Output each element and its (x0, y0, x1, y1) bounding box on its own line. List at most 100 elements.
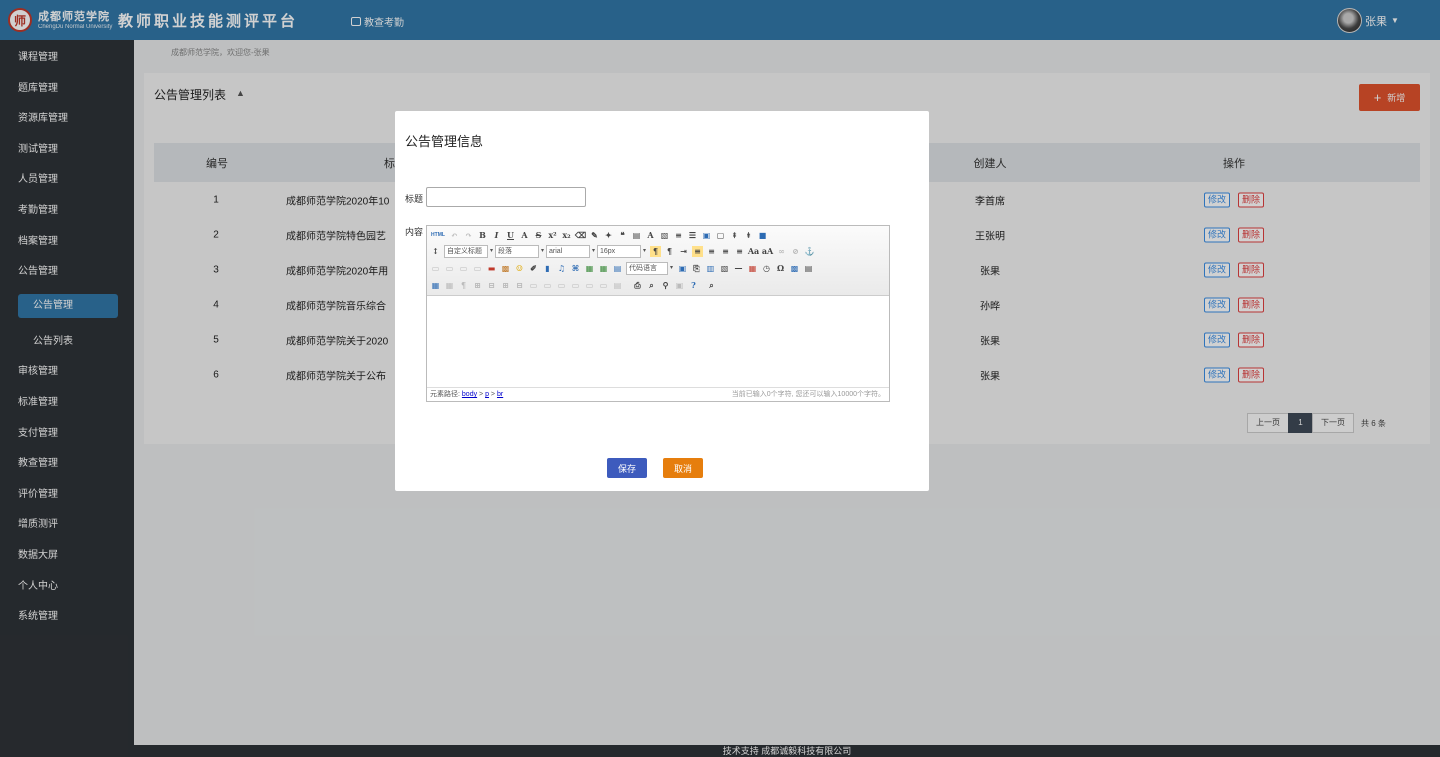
ltr-icon[interactable]: ¶ (650, 245, 661, 257)
to-lowercase-icon[interactable]: aA (762, 246, 773, 257)
unlink-icon[interactable]: ⊘ (790, 246, 801, 257)
image-left-icon[interactable]: ▭ (444, 263, 455, 274)
title-label: 标题 (405, 194, 424, 204)
paragraph-select[interactable]: 段落 (495, 244, 544, 258)
html-source-icon[interactable]: HTML (430, 230, 446, 241)
split-rows-icon[interactable]: ▭ (584, 280, 595, 291)
wordimage-icon[interactable]: ▧ (719, 263, 730, 274)
help-icon[interactable]: ? (688, 280, 699, 291)
underline-icon[interactable]: U (505, 230, 516, 241)
merge-right-icon[interactable]: ▭ (542, 280, 553, 291)
save-button[interactable]: 保存 (607, 458, 647, 478)
delete-col-icon[interactable]: ⊟ (514, 280, 525, 291)
font-family-select[interactable]: arial (546, 244, 595, 258)
scrawl-icon[interactable]: ✐ (528, 263, 539, 274)
heading-select[interactable]: 自定义标题 (444, 244, 493, 258)
special-chars-icon[interactable]: Ω (775, 263, 786, 274)
row-spacing-top-icon[interactable]: ⇞ (729, 230, 740, 241)
snapscreen-icon[interactable]: ▩ (789, 263, 800, 274)
align-justify-icon[interactable]: ≡ (734, 246, 745, 257)
date-icon[interactable]: ▦ (747, 263, 758, 274)
background-color-icon[interactable]: ▧ (659, 230, 670, 241)
google-map-icon[interactable]: ▦ (598, 263, 609, 274)
image-right-icon[interactable]: ▭ (458, 263, 469, 274)
superscript-icon[interactable]: x² (547, 230, 558, 241)
line-height-icon[interactable]: ↕ (430, 246, 441, 257)
align-center-icon[interactable]: ≡ (706, 246, 717, 257)
italic-icon[interactable]: I (491, 230, 502, 241)
map-icon[interactable]: ▦ (584, 263, 595, 274)
editor-status-bar: 元素路径: body > p > br 当前已输入0个字符, 您还可以输入100… (427, 387, 889, 401)
music-icon[interactable]: ♫ (556, 263, 567, 274)
strikethrough-icon[interactable]: S (533, 230, 544, 241)
path-p-link[interactable]: p (485, 391, 489, 398)
path-label: 元素路径: (430, 391, 460, 398)
chart-icon[interactable]: ▤ (612, 280, 623, 291)
row-spacing-bottom-icon[interactable]: ⇟ (743, 230, 754, 241)
insert-paragraph-icon[interactable]: ¶ (458, 280, 469, 291)
search-replace-icon[interactable]: ⚲ (660, 280, 671, 291)
simple-upload-icon[interactable]: ▬ (486, 263, 497, 274)
dialog-title: 公告管理信息 (405, 134, 484, 149)
redo-icon[interactable]: ↷ (463, 230, 474, 241)
align-left-icon[interactable]: ≡ (692, 245, 703, 257)
link-icon[interactable]: ∞ (776, 246, 787, 257)
rtl-icon[interactable]: ¶ (664, 246, 675, 257)
insert-row-icon[interactable]: ⊞ (472, 280, 483, 291)
drafts-icon[interactable]: ▣ (674, 280, 685, 291)
paste-text-icon[interactable]: ▤ (631, 230, 642, 241)
delete-table-icon[interactable]: ▦ (444, 280, 455, 291)
bold-icon[interactable]: B (477, 230, 488, 241)
select-all-icon[interactable]: ▣ (701, 230, 712, 241)
auto-format-icon[interactable]: ✦ (603, 230, 614, 241)
image-center-icon[interactable]: ▭ (472, 263, 483, 274)
anchor-icon[interactable]: ⚓ (804, 246, 815, 257)
editor-toolbar: HTML ↶ ↷ B I U A S x² x₂ ⌫ ✎ ✦ ❝ ▤ A ▧ ≡… (427, 226, 889, 296)
preview-print-icon[interactable]: ⌕ (646, 280, 657, 291)
attachment-icon[interactable]: ⌘ (570, 263, 581, 274)
merge-cells-icon[interactable]: ▭ (528, 280, 539, 291)
editor-content-area[interactable] (427, 296, 889, 386)
align-right-icon[interactable]: ≡ (720, 246, 731, 257)
insert-frame-icon[interactable]: ▤ (612, 263, 623, 274)
merge-down-icon[interactable]: ▭ (556, 280, 567, 291)
template-icon[interactable]: ▣ (677, 263, 688, 274)
clear-doc-icon[interactable]: ▢ (715, 230, 726, 241)
preview-icon[interactable]: ■ (757, 230, 768, 241)
title-input[interactable] (426, 187, 586, 207)
insert-image-icon[interactable]: ▩ (500, 263, 511, 274)
font-color-icon[interactable]: A (645, 230, 656, 241)
cancel-button[interactable]: 取消 (663, 458, 703, 478)
delete-row-icon[interactable]: ⊟ (486, 280, 497, 291)
format-brush-icon[interactable]: ✎ (589, 230, 600, 241)
announcement-dialog: 公告管理信息 标题 内容 HTML ↶ ↷ B I U A S x² x₂ ⌫ … (395, 111, 929, 491)
insert-video-icon[interactable]: ▮ (542, 263, 553, 274)
eraser-icon[interactable]: ⌫ (575, 230, 586, 241)
print-icon[interactable]: ⎙ (632, 280, 643, 291)
undo-icon[interactable]: ↶ (449, 230, 460, 241)
subscript-icon[interactable]: x₂ (561, 230, 572, 241)
ordered-list-icon[interactable]: ≡ (673, 230, 684, 241)
insert-table-icon[interactable]: ▦ (430, 280, 441, 291)
horizontal-rule-icon[interactable]: — (733, 263, 744, 274)
blockquote-icon[interactable]: ❝ (617, 230, 628, 241)
image-none-icon[interactable]: ▭ (430, 263, 441, 274)
split-cells-icon[interactable]: ▭ (570, 280, 581, 291)
time-icon[interactable]: ◷ (761, 263, 772, 274)
content-label: 内容 (405, 227, 424, 237)
emotion-icon[interactable]: ☺ (514, 263, 525, 274)
indent-icon[interactable]: ⇥ (678, 246, 689, 257)
page-break-icon[interactable]: ⎘ (691, 263, 702, 274)
background-icon[interactable]: ▥ (705, 263, 716, 274)
code-language-select[interactable]: 代码语言 (626, 261, 673, 275)
font-border-icon[interactable]: A (519, 230, 530, 241)
font-size-select[interactable]: 16px (597, 244, 646, 258)
insert-col-icon[interactable]: ⊞ (500, 280, 511, 291)
split-cols-icon[interactable]: ▭ (598, 280, 609, 291)
path-body-link[interactable]: body (462, 391, 477, 398)
webapp-icon[interactable]: ▤ (803, 263, 814, 274)
path-br-link[interactable]: br (497, 391, 503, 398)
zoom-icon[interactable]: ⌕ (706, 280, 717, 291)
unordered-list-icon[interactable]: ☰ (687, 230, 698, 241)
to-uppercase-icon[interactable]: Aa (748, 246, 759, 257)
